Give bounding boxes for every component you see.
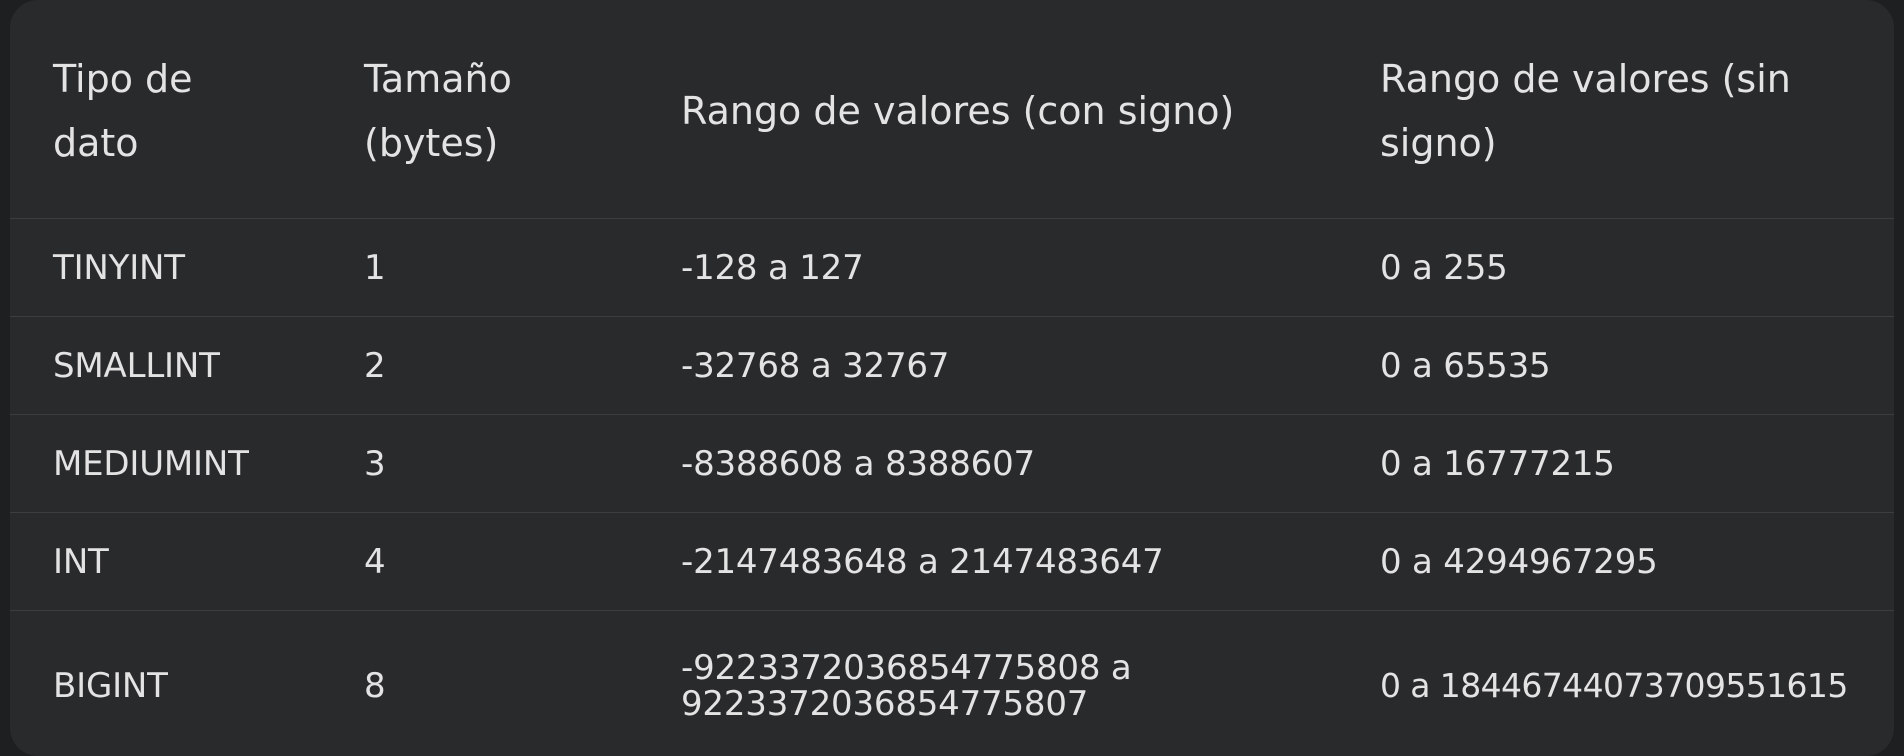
cell-data-type: SMALLINT	[10, 316, 321, 415]
header-unsigned-range: Rango de valores (sin signo)	[1337, 0, 1894, 219]
header-row: Tipo de dato Tamaño (bytes) Rango de val…	[10, 0, 1894, 219]
cell-data-type: INT	[10, 512, 321, 611]
cell-signed-range: -9223372036854775808 a 92233720368547758…	[681, 648, 1132, 724]
cell-unsigned-range: 0 a 16777215	[1337, 414, 1894, 513]
table-header: Tipo de dato Tamaño (bytes) Rango de val…	[10, 0, 1894, 219]
cell-size: 8	[364, 666, 386, 706]
integer-types-table: Tipo de dato Tamaño (bytes) Rango de val…	[10, 0, 1894, 756]
header-data-type: Tipo de dato	[10, 0, 321, 219]
table-row: TINYINT 1 -128 a 127 0 a 255	[10, 218, 1894, 317]
cell-size: 2	[321, 316, 638, 415]
cell-unsigned-range: 0 a 255	[1337, 218, 1894, 317]
table-row: MEDIUMINT 3 -8388608 a 8388607 0 a 16777…	[10, 414, 1894, 513]
cell-size: 4	[321, 512, 638, 611]
cell-unsigned-range: 0 a 18446744073709551615	[1380, 666, 1848, 705]
cell-signed-range: -128 a 127	[638, 218, 1337, 317]
cell-size: 1	[321, 218, 638, 317]
cell-data-type: MEDIUMINT	[10, 414, 321, 513]
data-types-table-card: Tipo de dato Tamaño (bytes) Rango de val…	[10, 0, 1894, 756]
header-signed-range: Rango de valores (con signo)	[638, 0, 1337, 219]
cell-unsigned-range: 0 a 65535	[1337, 316, 1894, 415]
cell-data-type: BIGINT	[53, 666, 168, 706]
table-row: INT 4 -2147483648 a 2147483647 0 a 42949…	[10, 512, 1894, 611]
header-size-bytes: Tamaño (bytes)	[321, 0, 638, 219]
cell-data-type: TINYINT	[10, 218, 321, 317]
cell-signed-range: -8388608 a 8388607	[638, 414, 1337, 513]
table-body: TINYINT 1 -128 a 127 0 a 255 SMALLINT 2 …	[10, 218, 1894, 756]
cell-signed-range: -2147483648 a 2147483647	[638, 512, 1337, 611]
cell-signed-range: -32768 a 32767	[638, 316, 1337, 415]
cell-size: 3	[321, 414, 638, 513]
cell-unsigned-range: 0 a 4294967295	[1337, 512, 1894, 611]
table-row: BIGINT 8 -9223372036854775808 a 92233720…	[10, 611, 1894, 756]
table-row: SMALLINT 2 -32768 a 32767 0 a 65535	[10, 316, 1894, 415]
